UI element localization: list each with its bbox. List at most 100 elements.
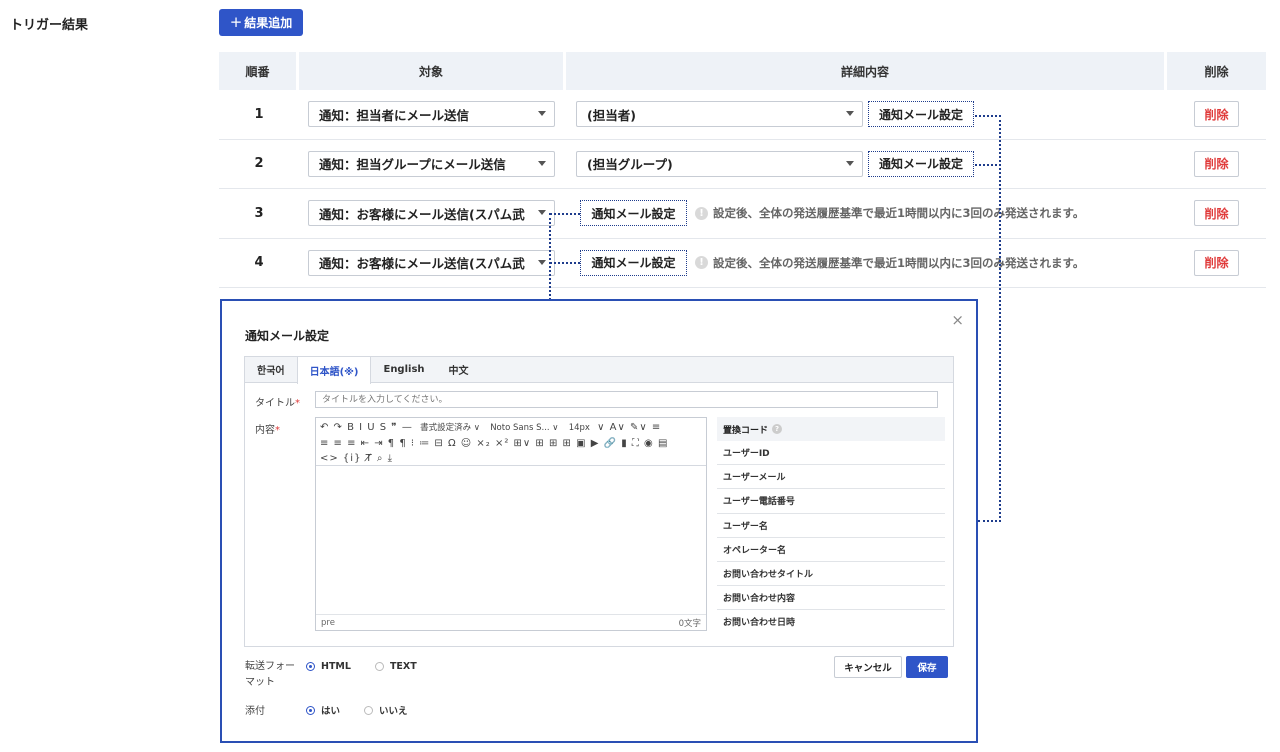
font-select[interactable]: Noto Sans S... ∨	[490, 421, 558, 436]
radio-html[interactable]	[306, 662, 315, 671]
save-button[interactable]: 保存	[906, 656, 948, 678]
detail-select-value: (担当グループ)	[587, 157, 673, 173]
exclamation-icon: !	[695, 206, 708, 220]
chevron-down-icon	[846, 111, 854, 117]
detail-select[interactable]: (担当者)	[576, 101, 863, 128]
send-limit-text: 設定後、全体の発送履歴基準で最近1時間以内に3回のみ発送されます。	[713, 206, 1085, 221]
target-select-value: 通知：担当者にメール送信	[319, 107, 470, 123]
chevron-down-icon	[538, 259, 546, 265]
format-select[interactable]: 書式設定済み ∨	[420, 421, 480, 436]
replacement-code-panel: 置換コード ? ユーザーID ユーザーメール ユーザー電話番号 ユーザー名 オペ…	[717, 417, 945, 631]
cancel-button[interactable]: キャンセル	[834, 656, 902, 678]
help-icon[interactable]: ?	[772, 424, 783, 434]
tab-chinese[interactable]: 中文	[437, 357, 481, 382]
title-input[interactable]	[315, 391, 938, 408]
close-icon[interactable]: ×	[951, 311, 964, 329]
connector-line	[978, 520, 1001, 522]
chevron-down-icon	[538, 160, 546, 166]
size-select[interactable]: 14px	[569, 421, 590, 436]
content-label-text: 内容	[255, 425, 275, 436]
connector-line	[550, 213, 580, 215]
send-limit-text: 設定後、全体の発送履歴基準で最近1時間以内に3回のみ発送されます。	[713, 255, 1085, 270]
target-select[interactable]: 通知：担当グループにメール送信	[308, 150, 555, 177]
format-label: 転送フォーマット	[245, 661, 295, 688]
mail-settings-button[interactable]: 通知メール設定	[580, 249, 687, 276]
header-delete: 削除	[1204, 64, 1229, 79]
mail-settings-button[interactable]: 通知メール設定	[868, 101, 974, 128]
target-select-value: 通知：お客様にメール送信(スパム武	[319, 256, 525, 272]
attach-radio-group: はい いいえ	[306, 703, 408, 717]
replacement-code-item[interactable]: ユーザーメール	[717, 465, 945, 490]
target-select[interactable]: 通知：担当者にメール送信	[308, 101, 555, 128]
detail-select-value: (担当者)	[587, 107, 636, 123]
target-select[interactable]: 通知：お客様にメール送信(スパム武	[308, 200, 555, 227]
replacement-code-item[interactable]: お問い合わせタイトル	[717, 562, 945, 587]
radio-yes[interactable]	[306, 705, 315, 715]
toolbar-row-2[interactable]: ≡ ≡ ≡ ⇤ ⇥ ¶ ¶ ⁝ ≔ ⊟ Ω ☺ ×₂ ×² ⊞∨ ⊞ ⊞ ⊞ ▣…	[320, 436, 702, 451]
row-order: 2	[254, 156, 264, 172]
header-detail: 詳細内容	[566, 52, 1167, 90]
delete-button[interactable]: 削除	[1194, 200, 1239, 227]
connector-line	[999, 115, 1001, 522]
toolbar-color-icons[interactable]: ∨ A∨ ✎∨ ≡	[597, 422, 661, 433]
mail-settings-button[interactable]: 通知メール設定	[868, 150, 974, 177]
editor-status-bar: pre 0文字	[316, 614, 706, 630]
rich-text-editor[interactable]: ↶ ↷ B I U S ❞ — 書式設定済み ∨ Noto Sans S... …	[315, 417, 707, 631]
target-select[interactable]: 通知：お客様にメール送信(スパム武	[308, 249, 555, 276]
required-mark: *	[295, 398, 300, 409]
tab-japanese[interactable]: 日本語(※)	[296, 357, 372, 384]
add-result-button[interactable]: + 結果追加	[219, 9, 303, 36]
attach-label: 添付	[245, 706, 265, 717]
send-limit-note: ! 設定後、全体の発送履歴基準で最近1時間以内に3回のみ発送されます。	[695, 205, 1084, 221]
replacement-code-item[interactable]: お問い合わせ日時	[717, 610, 945, 631]
editor-path: pre	[321, 617, 335, 628]
content-label: 内容*	[255, 421, 280, 436]
row-order: 4	[254, 255, 264, 271]
header-order: 順番	[219, 52, 299, 90]
replacement-code-item[interactable]: お問い合わせ内容	[717, 586, 945, 611]
title-label-text: タイトル	[255, 398, 295, 409]
delete-button[interactable]: 削除	[1194, 101, 1239, 128]
detail-select[interactable]: (担当グループ)	[576, 150, 863, 177]
connector-line	[550, 262, 580, 264]
connector-line	[975, 115, 1001, 117]
tab-english[interactable]: English	[371, 357, 436, 382]
replacement-code-item[interactable]: ユーザー名	[717, 514, 945, 538]
replacement-code-item[interactable]: オペレーター名	[717, 538, 945, 562]
table-row: 4 通知：お客様にメール送信(スパム武 通知メール設定 ! 設定後、全体の発送履…	[219, 239, 1266, 288]
send-limit-note: ! 設定後、全体の発送履歴基準で最近1時間以内に3回のみ発送されます。	[695, 255, 1084, 271]
toolbar-row-1[interactable]: ↶ ↷ B I U S ❞ — 書式設定済み ∨ Noto Sans S... …	[320, 420, 702, 436]
title-label: タイトル*	[255, 394, 300, 409]
replacement-code-title: 置換コード	[723, 425, 769, 436]
chevron-down-icon	[538, 210, 546, 216]
toolbar-format-icons[interactable]: ↶ ↷ B I U S ❞ —	[320, 422, 413, 433]
delete-button[interactable]: 削除	[1194, 150, 1239, 177]
add-result-label: 結果追加	[244, 16, 293, 30]
replacement-code-item[interactable]: ユーザーID	[717, 441, 945, 466]
tab-korean[interactable]: 한국어	[245, 357, 297, 382]
chevron-down-icon	[846, 160, 854, 166]
radio-yes-label: はい	[321, 706, 341, 717]
target-select-value: 通知：担当グループにメール送信	[319, 157, 506, 173]
language-tabs: 한국어 日本語(※) English 中文	[245, 357, 953, 384]
editor-toolbar[interactable]: ↶ ↷ B I U S ❞ — 書式設定済み ∨ Noto Sans S... …	[316, 418, 706, 466]
table-row: 3 通知：お客様にメール送信(スパム武 通知メール設定 ! 設定後、全体の発送履…	[219, 189, 1266, 239]
language-panel: 한국어 日本語(※) English 中文 タイトル* 内容* ↶ ↷ B I …	[244, 356, 954, 647]
table-row: 1 通知：担当者にメール送信 (担当者) 通知メール設定 削除	[219, 90, 1266, 140]
radio-no-label: いいえ	[379, 706, 408, 717]
format-radio-group: HTML TEXT	[306, 661, 417, 672]
mail-settings-button[interactable]: 通知メール設定	[580, 200, 687, 227]
toolbar-row-3[interactable]: <> {i} T̸ ⌕ ⤓	[320, 451, 702, 465]
required-mark: *	[275, 425, 280, 436]
delete-button[interactable]: 削除	[1194, 249, 1239, 276]
trigger-result-table: 順番 対象 詳細内容 削除 1 通知：担当者にメール送信 (担当者) 通知メール…	[219, 52, 1266, 288]
replacement-code-item[interactable]: ユーザー電話番号	[717, 489, 945, 514]
row-order: 1	[254, 106, 264, 122]
replacement-code-header: 置換コード ?	[717, 417, 945, 441]
radio-text[interactable]	[374, 662, 384, 671]
chevron-down-icon	[538, 111, 546, 117]
char-count: 0文字	[678, 618, 701, 629]
table-row: 2 通知：担当グループにメール送信 (担当グループ) 通知メール設定 削除	[219, 140, 1266, 189]
radio-no[interactable]	[364, 705, 374, 715]
exclamation-icon: !	[695, 256, 708, 270]
